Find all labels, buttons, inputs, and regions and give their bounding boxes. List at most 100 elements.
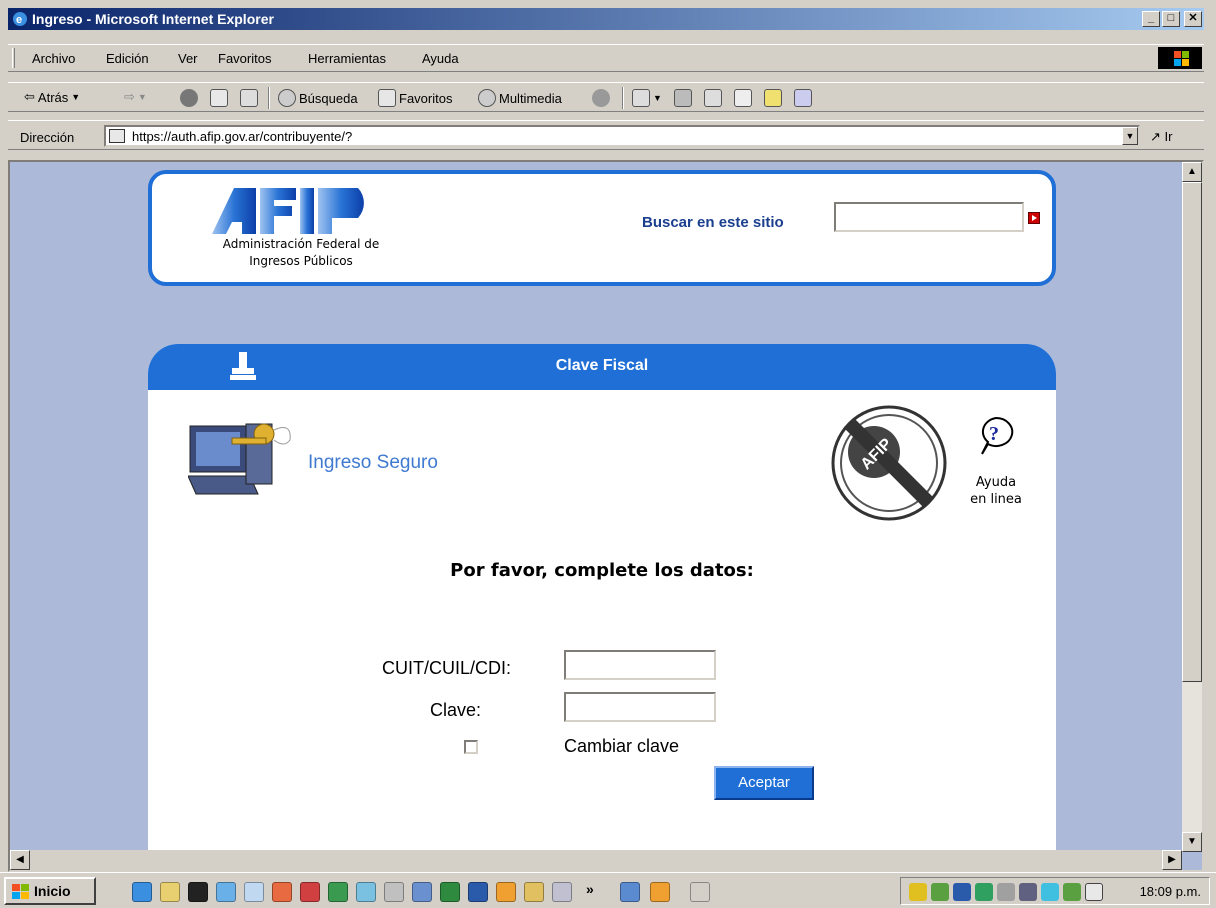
multimedia-label: Multimedia	[499, 90, 562, 106]
network-tray-icon[interactable]	[1019, 883, 1037, 901]
cuit-label: CUIT/CUIL/CDI:	[382, 658, 512, 678]
history-button[interactable]	[592, 89, 610, 107]
stop-button[interactable]	[180, 89, 198, 107]
tray-icon-4[interactable]	[975, 883, 993, 901]
word-quicklaunch-icon[interactable]	[468, 882, 488, 902]
excel-quicklaunch-icon[interactable]	[440, 882, 460, 902]
clock-quicklaunch-icon[interactable]	[496, 882, 516, 902]
taskbar-clock: 18:09 p.m.	[1139, 884, 1201, 899]
menu-herramientas[interactable]: Herramientas	[308, 51, 386, 66]
system-tray: 18:09 p.m.	[900, 877, 1210, 905]
refresh-icon	[210, 89, 228, 107]
window-title: Ingreso - Microsoft Internet Explorer	[32, 11, 274, 27]
history-icon	[592, 89, 610, 107]
app-quicklaunch-icon[interactable]	[272, 882, 292, 902]
windows-flag-icon	[12, 884, 29, 899]
maximize-button[interactable]: □	[1162, 11, 1180, 27]
scroll-down-arrow-icon[interactable]: ▼	[1182, 832, 1202, 852]
horizontal-scrollbar[interactable]: ◀ ▶	[10, 850, 1182, 870]
multimedia-button[interactable]: Multimedia	[478, 89, 562, 107]
svg-text:e: e	[16, 14, 22, 26]
back-button[interactable]: ⇦ Atrás ▼	[24, 89, 80, 105]
address-url: https://auth.afip.gov.ar/contribuyente/?	[132, 129, 353, 144]
menu-edicion[interactable]: Edición	[106, 51, 149, 66]
site-search-input[interactable]	[834, 202, 1024, 232]
aceptar-button[interactable]: Aceptar	[714, 766, 814, 800]
computer-key-icon	[188, 423, 291, 495]
help-online-link[interactable]: Ayuda en linea	[960, 474, 1032, 508]
close-button[interactable]: ✕	[1184, 11, 1202, 27]
cambiar-clave-label: Cambiar clave	[564, 736, 680, 756]
search-icon	[278, 89, 296, 107]
ie-quicklaunch-icon[interactable]	[132, 882, 152, 902]
tray-icon-5[interactable]	[997, 883, 1015, 901]
outlook-quicklaunch-icon[interactable]	[160, 882, 180, 902]
address-dropdown-button[interactable]: ▼	[1122, 127, 1138, 145]
tray-icon-7[interactable]	[1041, 883, 1059, 901]
scroll-up-arrow-icon[interactable]: ▲	[1182, 162, 1202, 182]
messenger-icon	[764, 89, 782, 107]
minimize-button[interactable]: _	[1142, 11, 1160, 27]
start-button[interactable]: Inicio	[4, 877, 96, 905]
search-button[interactable]: Búsqueda	[278, 89, 358, 107]
search-go-icon[interactable]	[1028, 212, 1040, 224]
app5-quicklaunch-icon[interactable]	[412, 882, 432, 902]
afip-logo[interactable]	[212, 188, 384, 234]
menubar-grip	[12, 48, 15, 68]
cuit-input[interactable]	[564, 650, 716, 680]
titlebar-strip[interactable]: e Ingreso - Microsoft Internet Explorer …	[8, 8, 1204, 30]
ingreso-seguro-label: Ingreso Seguro	[308, 452, 438, 473]
app4-quicklaunch-icon[interactable]	[384, 882, 404, 902]
scroll-left-arrow-icon[interactable]: ◀	[10, 850, 30, 870]
address-input[interactable]: https://auth.afip.gov.ar/contribuyente/?…	[104, 125, 1140, 147]
address-bar: Dirección https://auth.afip.gov.ar/contr…	[8, 120, 1204, 150]
research-button[interactable]	[794, 89, 812, 107]
menu-ayuda[interactable]: Ayuda	[422, 51, 459, 66]
volume-tray-icon[interactable]	[909, 883, 927, 901]
clave-label: Clave:	[430, 700, 482, 720]
help-question-icon[interactable]: ?	[978, 416, 1014, 456]
afip-header-box: Administración Federal de Ingresos Públi…	[148, 170, 1056, 286]
app6-quicklaunch-icon[interactable]	[524, 882, 544, 902]
tray-icon-3[interactable]	[953, 883, 971, 901]
site-search-label: Buscar en este sitio	[642, 214, 784, 231]
vertical-scrollbar[interactable]: ▲ ▼	[1182, 162, 1202, 852]
menu-ver[interactable]: Ver	[178, 51, 198, 66]
word-task-icon[interactable]	[620, 882, 640, 902]
menu-archivo[interactable]: Archivo	[32, 51, 75, 66]
printer-icon	[674, 89, 692, 107]
cmd-quicklaunch-icon[interactable]	[188, 882, 208, 902]
refresh-button[interactable]	[210, 89, 228, 107]
clave-input[interactable]	[564, 692, 716, 722]
go-button[interactable]: ↗ Ir	[1150, 129, 1172, 145]
desktop-quicklaunch-icon[interactable]	[216, 882, 236, 902]
multimedia-icon	[478, 89, 496, 107]
edit-button[interactable]	[704, 89, 722, 107]
clock-task-icon[interactable]	[650, 882, 670, 902]
search-quicklaunch-icon[interactable]	[244, 882, 264, 902]
app2-quicklaunch-icon[interactable]	[328, 882, 348, 902]
messenger-button[interactable]	[764, 89, 782, 107]
forward-button[interactable]: ⇨ ▼	[124, 89, 147, 105]
print-button[interactable]	[674, 89, 692, 107]
tray-icon-2[interactable]	[931, 883, 949, 901]
home-button[interactable]	[240, 89, 258, 107]
mail-tray-icon[interactable]	[1085, 883, 1103, 901]
scroll-right-arrow-icon[interactable]: ▶	[1162, 850, 1182, 870]
tray-icon-8[interactable]	[1063, 883, 1081, 901]
scroll-thumb[interactable]	[1182, 182, 1202, 682]
toolbar-separator	[622, 87, 624, 109]
mail-button[interactable]: ▼	[632, 89, 662, 107]
discuss-button[interactable]	[734, 89, 752, 107]
cambiar-clave-checkbox[interactable]	[464, 740, 478, 754]
org-name-line2: Ingresos Públicos	[249, 254, 353, 268]
app7-quicklaunch-icon[interactable]	[552, 882, 572, 902]
favorites-button[interactable]: Favoritos	[378, 89, 452, 107]
page-icon	[109, 129, 125, 143]
chevron-down-icon: ▼	[71, 92, 81, 102]
acrobat-quicklaunch-icon[interactable]	[300, 882, 320, 902]
quicklaunch-chevron[interactable]: »	[586, 881, 594, 897]
app3-quicklaunch-icon[interactable]	[356, 882, 376, 902]
menu-favoritos[interactable]: Favoritos	[218, 51, 271, 66]
edit-icon	[704, 89, 722, 107]
